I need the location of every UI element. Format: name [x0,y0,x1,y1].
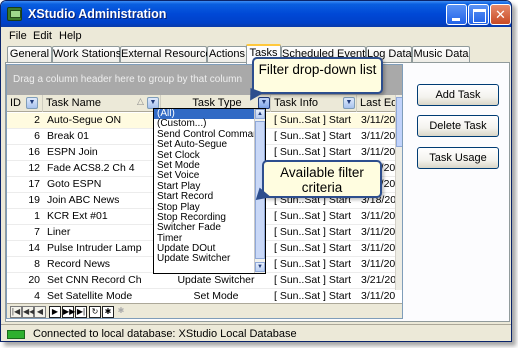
task-usage-button[interactable]: Task Usage [417,147,499,169]
cell-task-name[interactable]: Record News [45,258,161,272]
cell-last-edit[interactable]: 3/11/20 [359,242,399,256]
filter-dropdown-id-icon[interactable]: ▼ [26,97,38,109]
tab-work-stations[interactable]: Work Stations [52,46,121,63]
column-header-task-info-label: Task Info [274,97,319,109]
column-header-last-edit-label: Last Edi [360,97,396,109]
cell-task-name[interactable]: Auto-Segue ON [45,114,161,128]
title-bar[interactable]: XStudio Administration [1,1,511,27]
cell-last-edit[interactable]: 3/21/20 [359,274,399,288]
menu-file[interactable]: File [9,30,27,42]
cell-id[interactable]: 1 [7,210,43,224]
maximize-button[interactable] [468,4,489,25]
cell-last-edit[interactable]: 3/11/20 [359,114,399,128]
cell-task-info[interactable]: [ Sun..Sat ] Start [272,258,357,272]
delete-task-button[interactable]: Delete Task [417,115,499,137]
nav-new-record-icon[interactable]: ✱ [102,306,114,318]
status-text: Connected to local database: XStudio Loc… [33,328,297,340]
table-row[interactable]: 20 Set CNN Record Ch Update Switcher[ Sun.… [7,273,396,289]
sort-ascending-icon: △ [137,96,144,106]
filter-option[interactable]: Update Switcher [154,254,265,265]
tab-external-resources[interactable]: External Resources [120,46,217,63]
filter-option[interactable]: Set Auto-Segue [154,139,265,150]
cell-task-type[interactable]: Update Switcher [161,274,271,288]
cell-task-name[interactable]: KCR Ext #01 [45,210,161,224]
nav-last-icon[interactable]: ▶| [75,306,87,318]
column-header-last-edit[interactable]: Last Edi [357,95,396,112]
nav-prev-icon[interactable]: ◀ [34,306,46,318]
cell-last-edit[interactable]: 3/11/20 [359,290,399,304]
callout-filter-criteria: Available filter criteria [262,160,382,198]
cell-task-name[interactable]: Pulse Intruder Lamp [45,242,161,256]
filter-option[interactable]: Start Record [154,191,265,202]
column-header-id-label: ID [10,97,21,109]
tab-general[interactable]: General [7,46,52,63]
status-bar: Connected to local database: XStudio Loc… [1,324,511,341]
cell-task-info[interactable]: [ Sun..Sat ] Start [272,210,357,224]
connection-status-icon [7,330,25,339]
app-icon [7,7,22,21]
cell-id[interactable]: 6 [7,130,43,144]
cell-task-info[interactable]: [ Sun..Sat ] Start [272,290,357,304]
nav-next-page-icon[interactable]: ▶▶ [62,306,75,318]
scroll-up-icon[interactable]: ▲ [255,109,265,119]
cell-task-info[interactable]: [ Sun..Sat ] Start [272,146,357,160]
cell-task-name[interactable]: Set Satellite Mode [45,290,161,304]
cell-last-edit[interactable]: 3/11/20 [359,130,399,144]
nav-first-icon[interactable]: |◀ [10,306,22,318]
cell-task-name[interactable]: Goto ESPN [45,178,161,192]
menu-edit[interactable]: Edit [33,30,52,42]
cell-task-name[interactable]: Liner [45,226,161,240]
cell-last-edit[interactable]: 3/11/20 [359,146,399,160]
filter-dropdown-info-icon[interactable]: ▼ [343,97,355,109]
cell-task-info[interactable]: [ Sun..Sat ] Start [272,130,357,144]
cell-last-edit[interactable]: 3/11/20 [359,210,399,224]
app-window: XStudio Administration File Edit Help Ge… [0,0,512,342]
cell-id[interactable]: 20 [7,274,43,288]
cell-task-info[interactable]: [ Sun..Sat ] Start [272,226,357,240]
cell-id[interactable]: 8 [7,258,43,272]
nav-prev-page-icon[interactable]: ◀◀ [22,306,35,318]
filter-options: (All) (Custom...) Send Control Command Set … [154,109,265,265]
cell-task-type[interactable]: Set Mode [161,290,271,304]
add-task-button[interactable]: Add Task [417,84,499,106]
menu-help[interactable]: Help [59,30,82,42]
tab-music-data[interactable]: Music Data [412,46,470,63]
cell-id[interactable]: 4 [7,290,43,304]
cell-last-edit[interactable]: 3/11/20 [359,226,399,240]
record-navigator: |◀ ◀◀ ◀ ▶ ▶▶ ▶| ↻ ✱ ✱ [7,303,402,318]
cell-task-name[interactable]: Join ABC News [45,194,161,208]
menu-bar: File Edit Help [1,27,511,45]
scroll-down-icon[interactable]: ▼ [255,262,265,272]
column-header-task-name-label: Task Name [46,97,102,109]
cell-task-name[interactable]: Break 01 [45,130,161,144]
cell-id[interactable]: 12 [7,162,43,176]
nav-next-icon[interactable]: ▶ [49,306,61,318]
cell-task-info[interactable]: [ Sun..Sat ] Start [272,242,357,256]
column-header-id[interactable]: ID ▼ [7,95,43,112]
cell-task-info[interactable]: [ Sun..Sat ] Start [272,274,357,288]
cell-id[interactable]: 14 [7,242,43,256]
scrollbar-thumb[interactable] [396,97,402,147]
grid-vertical-scrollbar[interactable] [395,95,402,290]
cell-id[interactable]: 7 [7,226,43,240]
column-header-task-info[interactable]: Task Info ▼ [271,95,357,112]
minimize-button[interactable] [446,4,467,25]
cell-id[interactable]: 16 [7,146,43,160]
cell-task-info[interactable]: [ Sun..Sat ] Start [272,114,357,128]
cell-id[interactable]: 17 [7,178,43,192]
cell-task-name[interactable]: Fade ACS8.2 Ch 4 [45,162,161,176]
cell-id[interactable]: 19 [7,194,43,208]
nav-star-icon: ✱ [117,306,125,315]
column-header-task-name[interactable]: Task Name △ ▼ [43,95,161,112]
cell-task-name[interactable]: Set CNN Record Ch [45,274,161,288]
window-title: XStudio Administration [28,7,167,21]
callout-filter-dropdown: Filter drop-down list [252,57,383,94]
filter-dropdown-list[interactable]: (All) (Custom...) Send Control Command Set … [153,108,266,274]
cell-task-name[interactable]: ESPN Join [45,146,161,160]
cell-id[interactable]: 2 [7,114,43,128]
nav-refresh-icon[interactable]: ↻ [89,306,101,318]
tab-actions[interactable]: Actions [207,46,247,63]
close-button[interactable] [490,4,511,25]
cell-last-edit[interactable]: 3/11/20 [359,258,399,272]
